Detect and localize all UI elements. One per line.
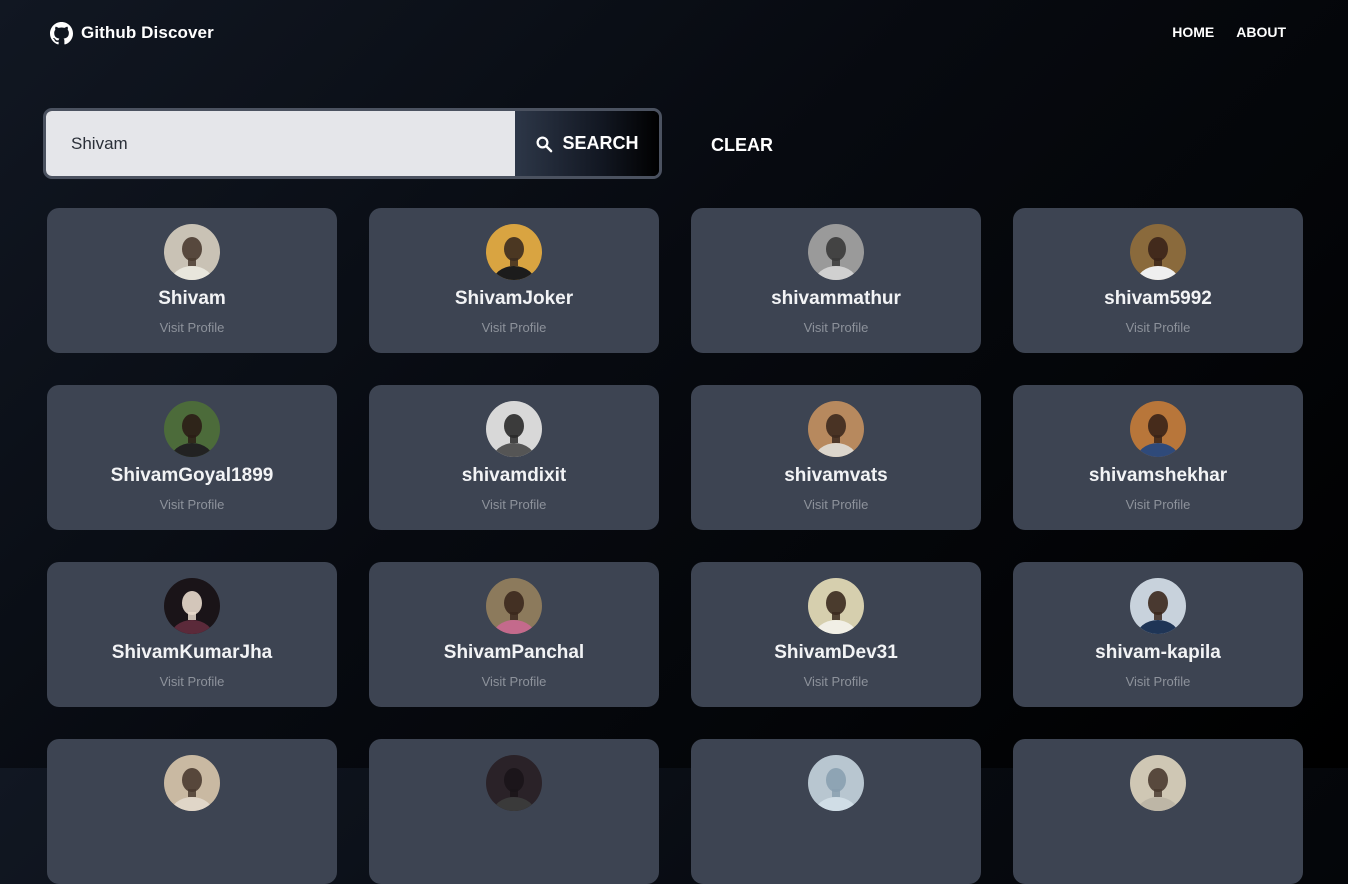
- github-icon: [50, 21, 73, 44]
- avatar: [1130, 401, 1186, 457]
- visit-profile-link[interactable]: Visit Profile: [369, 674, 659, 689]
- search-bar: SEARCH: [43, 108, 662, 179]
- user-card[interactable]: Shivam Visit Profile: [47, 208, 337, 353]
- search-input[interactable]: [46, 111, 515, 176]
- nav-links: HOME ABOUT: [1172, 24, 1286, 40]
- visit-profile-link[interactable]: Visit Profile: [1013, 497, 1303, 512]
- avatar: [164, 755, 220, 811]
- visit-profile-link[interactable]: Visit Profile: [1013, 320, 1303, 335]
- user-name: shivamdixit: [461, 465, 567, 486]
- nav-home-link[interactable]: HOME: [1172, 24, 1214, 40]
- user-card[interactable]: ShivamDev31 Visit Profile: [691, 562, 981, 707]
- visit-profile-link[interactable]: Visit Profile: [47, 674, 337, 689]
- user-name: ShivamPanchal: [443, 642, 585, 663]
- user-name: ShivamKumarJha: [111, 642, 273, 663]
- user-name: shivamvats: [784, 465, 888, 486]
- user-name: shivam5992: [1104, 288, 1212, 309]
- user-name: ShivamDev31: [774, 642, 898, 663]
- avatar: [486, 401, 542, 457]
- avatar: [486, 578, 542, 634]
- user-card[interactable]: shivamdixit Visit Profile: [369, 385, 659, 530]
- clear-button[interactable]: CLEAR: [690, 130, 794, 160]
- visit-profile-link[interactable]: Visit Profile: [691, 497, 981, 512]
- brand-title: Github Discover: [81, 23, 214, 42]
- user-card[interactable]: [1013, 739, 1303, 884]
- user-name: ShivamJoker: [454, 288, 574, 309]
- user-name: ShivamGoyal1899: [110, 465, 274, 486]
- user-card[interactable]: [691, 739, 981, 884]
- avatar: [164, 401, 220, 457]
- avatar: [486, 755, 542, 811]
- user-card[interactable]: shivamshekhar Visit Profile: [1013, 385, 1303, 530]
- avatar: [808, 224, 864, 280]
- avatar: [1130, 578, 1186, 634]
- search-icon: [536, 136, 553, 152]
- user-card[interactable]: shivammathur Visit Profile: [691, 208, 981, 353]
- avatar: [808, 755, 864, 811]
- avatar: [164, 224, 220, 280]
- avatar: [1130, 755, 1186, 811]
- avatar: [486, 224, 542, 280]
- search-button-label: SEARCH: [562, 133, 639, 153]
- avatar: [1130, 224, 1186, 280]
- visit-profile-link[interactable]: Visit Profile: [369, 320, 659, 335]
- visit-profile-link[interactable]: Visit Profile: [369, 497, 659, 512]
- visit-profile-link[interactable]: Visit Profile: [691, 674, 981, 689]
- visit-profile-link[interactable]: Visit Profile: [691, 320, 981, 335]
- user-card[interactable]: shivamvats Visit Profile: [691, 385, 981, 530]
- user-card[interactable]: [47, 739, 337, 884]
- user-card[interactable]: [369, 739, 659, 884]
- user-card[interactable]: ShivamGoyal1899 Visit Profile: [47, 385, 337, 530]
- search-button[interactable]: SEARCH: [515, 111, 659, 176]
- user-card[interactable]: ShivamJoker Visit Profile: [369, 208, 659, 353]
- avatar: [164, 578, 220, 634]
- user-name: Shivam: [158, 288, 226, 309]
- user-card[interactable]: shivam-kapila Visit Profile: [1013, 562, 1303, 707]
- user-card[interactable]: ShivamKumarJha Visit Profile: [47, 562, 337, 707]
- navbar: Github Discover HOME ABOUT: [0, 0, 1348, 64]
- user-name: shivammathur: [771, 288, 901, 309]
- visit-profile-link[interactable]: Visit Profile: [1013, 674, 1303, 689]
- nav-about-link[interactable]: ABOUT: [1236, 24, 1286, 40]
- user-name: shivamshekhar: [1088, 465, 1228, 486]
- visit-profile-link[interactable]: Visit Profile: [47, 497, 337, 512]
- visit-profile-link[interactable]: Visit Profile: [47, 320, 337, 335]
- brand-logo-link[interactable]: Github Discover: [50, 20, 214, 46]
- user-card[interactable]: shivam5992 Visit Profile: [1013, 208, 1303, 353]
- user-name: shivam-kapila: [1095, 642, 1221, 663]
- avatar: [808, 578, 864, 634]
- avatar: [808, 401, 864, 457]
- user-card[interactable]: ShivamPanchal Visit Profile: [369, 562, 659, 707]
